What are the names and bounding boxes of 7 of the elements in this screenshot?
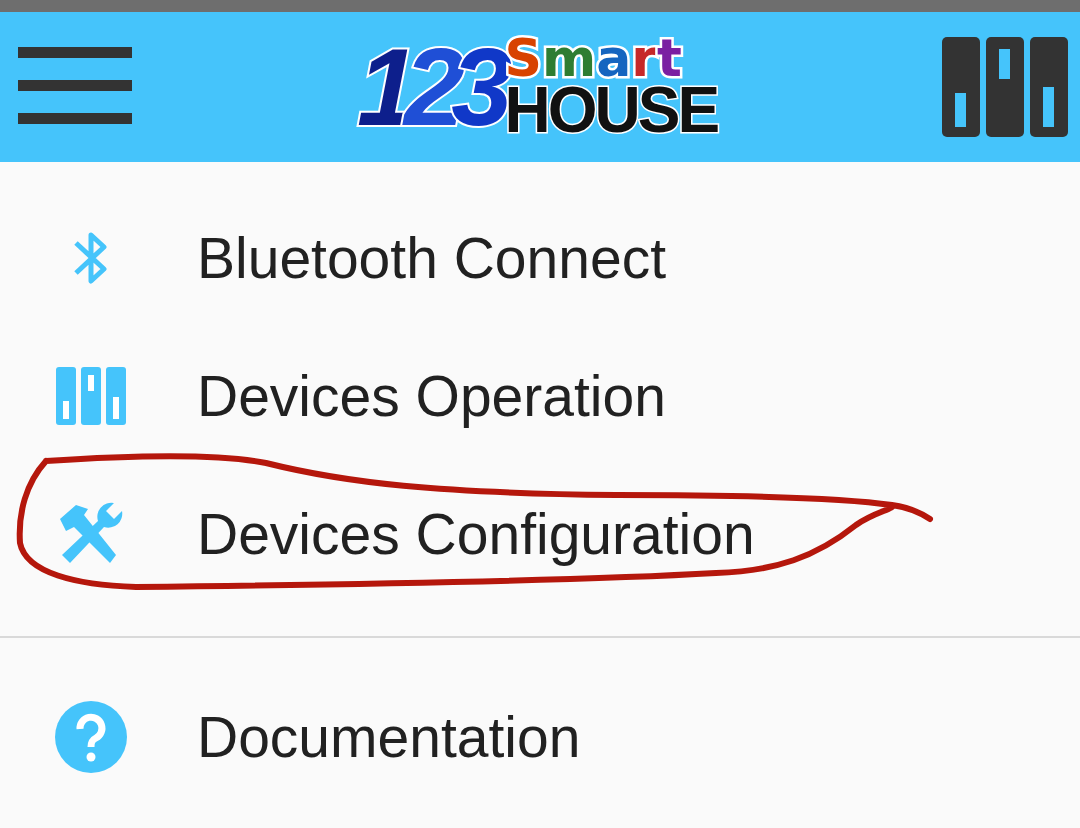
menu-item[interactable]: Devices Configuration [0,465,1080,603]
help-icon [54,700,128,774]
columns-icon[interactable] [942,37,1068,137]
menu-icon[interactable] [18,47,132,127]
menu-item[interactable]: Bluetooth Connect [0,189,1080,327]
menu-item[interactable]: Devices Operation [0,327,1080,465]
menu-item[interactable]: Documentation [0,668,1080,806]
